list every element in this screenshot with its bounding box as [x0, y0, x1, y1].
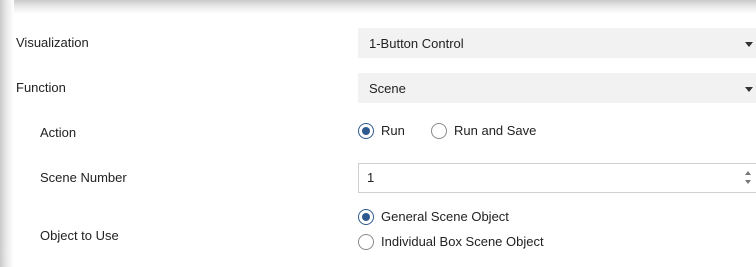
arrow-up-icon[interactable] — [745, 171, 751, 175]
radio-unselected-icon — [431, 123, 447, 139]
action-run-and-save-radio[interactable]: Run and Save — [431, 123, 536, 139]
chevron-down-icon — [745, 42, 753, 47]
radio-selected-icon — [358, 123, 374, 139]
object-to-use-row: Object to Use General Scene Object Indiv… — [16, 207, 756, 263]
parameter-panel: Visualization 1-Button Control Function … — [16, 18, 756, 267]
scene-number-row: Scene Number 1 — [16, 163, 756, 193]
individual-box-scene-object-label: Individual Box Scene Object — [381, 234, 544, 249]
function-dropdown[interactable]: Scene — [358, 73, 756, 103]
radio-unselected-icon — [358, 234, 374, 250]
action-run-radio[interactable]: Run — [358, 123, 405, 139]
arrow-down-icon[interactable] — [745, 180, 751, 184]
action-label: Action — [40, 125, 77, 140]
visualization-dropdown[interactable]: 1-Button Control — [358, 28, 756, 58]
action-run-and-save-label: Run and Save — [454, 123, 537, 138]
action-row: Action Run Run and Save — [16, 120, 756, 146]
radio-selected-icon — [358, 209, 374, 225]
scene-number-label: Scene Number — [40, 170, 127, 185]
chevron-down-icon — [745, 87, 753, 92]
object-to-use-label: Object to Use — [40, 228, 119, 243]
visualization-label: Visualization — [16, 35, 89, 50]
visualization-row: Visualization 1-Button Control — [16, 28, 756, 58]
function-value: Scene — [369, 81, 406, 96]
individual-box-scene-object-radio[interactable]: Individual Box Scene Object — [358, 234, 544, 250]
action-run-label: Run — [381, 123, 405, 138]
scene-number-spinbox[interactable]: 1 — [358, 163, 756, 193]
function-row: Function Scene — [16, 73, 756, 103]
scene-number-value: 1 — [367, 170, 375, 185]
visualization-value: 1-Button Control — [369, 36, 464, 51]
spin-buttons — [745, 171, 753, 185]
function-label: Function — [16, 80, 66, 95]
window-frame-left — [0, 0, 14, 267]
general-scene-object-radio[interactable]: General Scene Object — [358, 209, 509, 225]
general-scene-object-label: General Scene Object — [381, 209, 509, 224]
